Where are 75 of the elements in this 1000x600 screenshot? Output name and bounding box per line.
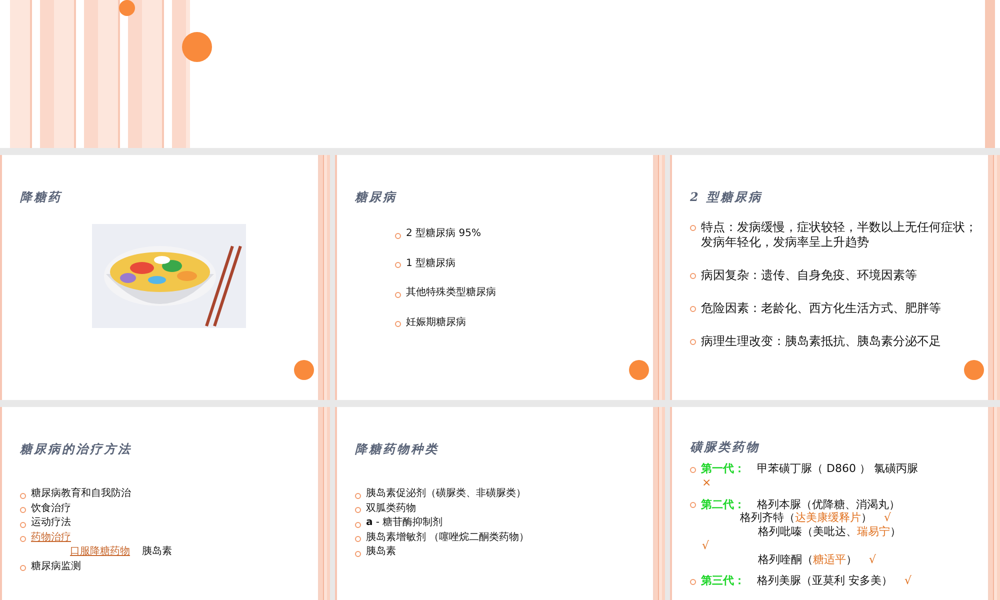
- generation-label: 第二代：: [701, 498, 745, 512]
- bullet-text: 病理生理改变：胰岛素抵抗、胰岛素分泌不足: [701, 334, 941, 349]
- bullet-icon: [395, 292, 401, 298]
- bullet-text: 瑞易宁: [857, 525, 890, 539]
- bullet-text: ）: [846, 552, 857, 566]
- slide-title: 磺脲类药物: [690, 439, 761, 456]
- bullet-text: 1 型糖尿病: [406, 258, 456, 270]
- generation-label: 第一代：: [701, 462, 745, 476]
- slide-thumbnail[interactable]: 2 型糖尿病 特点：发病缓慢，症状较轻，半数以上无任何症状；发病年轻化，发病率呈上升趋势 病因复杂：遗传、自身免疫、环境因素等 危险因素：老龄化、西方化生活方式、肥胖等 病理生理改变：胰岛素抵抗、胰岛素分泌不足: [670, 155, 1000, 400]
- slide-thumbnail[interactable]: 糖尿病的治疗方法 糖尿病教育和自我防治 饮食治疗 运动疗法 药物治疗 口服降糖药物 胰岛素 糖尿病监测: [0, 407, 330, 600]
- bullet-text: 其他特殊类型糖尿病: [406, 287, 496, 300]
- bullet-text: 糖尿病监测: [31, 560, 81, 573]
- bullet-text: √: [869, 552, 876, 566]
- bullet-text: 胰岛素: [366, 546, 396, 558]
- bullet-text: a - 糖苷酶抑制剂: [366, 517, 443, 530]
- bullet-icon: [690, 579, 696, 586]
- bullet-text: 胰岛素增敏剂 （噻唑烷二酮类药物）: [366, 532, 530, 544]
- slide-thumbnail[interactable]: 糖尿病 2 型糖尿病 95% 1 型糖尿病 其他特殊类型糖尿病 妊娠期糖尿病: [335, 155, 665, 400]
- slide-thumbnail[interactable]: 磺脲类药物 第一代： 甲苯磺丁脲（ D860 ） 氯磺丙脲 × 第二代： 格列本脲（优降糖、消渴丸） 格列齐特（达美康缓释片） √ 格列吡嗪（美吡达、瑞易宁） √ 格列喹酮（糖适平） √ 第三代： 格列美脲（亚莫利 安多美） √: [670, 407, 1000, 600]
- bullet-text: 危险因素：老龄化、西方化生活方式、肥胖等: [701, 301, 941, 316]
- bullet-icon: [395, 262, 401, 268]
- bullet-text: 妊娠期糖尿病: [406, 316, 466, 329]
- bullet-text: √: [904, 574, 912, 588]
- bullet-icon: [690, 466, 696, 473]
- bullet-icon: [395, 232, 401, 238]
- slide-title: 降糖药: [20, 189, 63, 206]
- bullet-icon: [20, 522, 26, 528]
- bullet-icon: [355, 536, 361, 542]
- text-link[interactable]: 口服降糖药物: [70, 546, 130, 558]
- bullet-text: 甲苯磺丁脲（ D860 ） 氯磺丙脲: [757, 462, 918, 476]
- slide-title: 糖尿病: [355, 189, 398, 206]
- bullet-icon: [690, 339, 696, 346]
- bullet-text: 格列喹酮（: [758, 552, 813, 566]
- bullet-icon: [690, 225, 696, 232]
- generation-label: 第三代：: [701, 574, 745, 588]
- bullet-text: 饮食治疗: [31, 502, 71, 515]
- slide-title: 2 型糖尿病: [690, 189, 764, 206]
- bullet-text: 糖尿病教育和自我防治: [31, 488, 131, 500]
- bullet-icon: [395, 321, 401, 327]
- bullet-text: 胰岛素促泌剂（磺脲类、非磺脲类）: [366, 488, 526, 500]
- slide-thumbnail[interactable]: 降糖药: [0, 155, 330, 400]
- bullet-icon: [690, 273, 696, 280]
- slide-title: 降糖药物种类: [355, 441, 440, 458]
- bullet-icon: [690, 306, 696, 312]
- bullet-icon: [355, 550, 361, 556]
- bullet-text: √: [702, 538, 710, 552]
- bullet-icon: [690, 502, 696, 508]
- bullet-icon: [20, 565, 26, 571]
- bullet-text: 格列吡嗪（美吡达、: [758, 525, 857, 539]
- bullet-text: 格列齐特（: [740, 511, 795, 525]
- bullet-text: 特点：发病缓慢，症状较轻，半数以上无任何症状；发病年轻化，发病率呈上升趋势: [701, 220, 978, 250]
- slide-thumbnail[interactable]: 降糖药物种类 胰岛素促泌剂（磺脲类、非磺脲类） 双胍类药物 a - 糖苷酶抑制剂 胰岛素增敏剂 （噻唑烷二酮类药物） 胰岛素: [335, 407, 665, 600]
- slide-title: 糖尿病的治疗方法: [20, 441, 133, 458]
- bullet-text: ）: [861, 511, 872, 525]
- bullet-text: ×: [702, 476, 712, 490]
- bullet-icon: [355, 492, 361, 498]
- bullet-text: 胰岛素: [142, 546, 172, 558]
- bullet-text: 病因复杂：遗传、自身免疫、环境因素等: [701, 268, 917, 283]
- bullet-icon: [355, 522, 361, 528]
- bullet-text: 运动疗法: [31, 517, 71, 530]
- bullet-icon: [20, 507, 26, 513]
- bullet-text: 2 型糖尿病 95%: [406, 228, 481, 240]
- bullet-icon: [20, 492, 26, 498]
- dot-ornament: [182, 32, 212, 62]
- bullet-text: 达美康缓释片: [795, 511, 861, 525]
- bullet-text: 双胍类药物: [366, 502, 416, 515]
- bullet-text: 糖适平: [813, 552, 846, 566]
- bullet-text: ）: [890, 525, 901, 539]
- bullet-text: 格列本脲（优降糖、消渴丸）: [757, 498, 900, 512]
- bullet-text: 格列美脲（亚莫利 安多美）: [757, 574, 892, 588]
- text-link[interactable]: 药物治疗: [31, 532, 71, 544]
- bullet-text: √: [884, 511, 892, 525]
- bullet-icon: [20, 536, 26, 542]
- bullet-icon: [355, 507, 361, 513]
- slide-thumbnail[interactable]: [0, 0, 1000, 148]
